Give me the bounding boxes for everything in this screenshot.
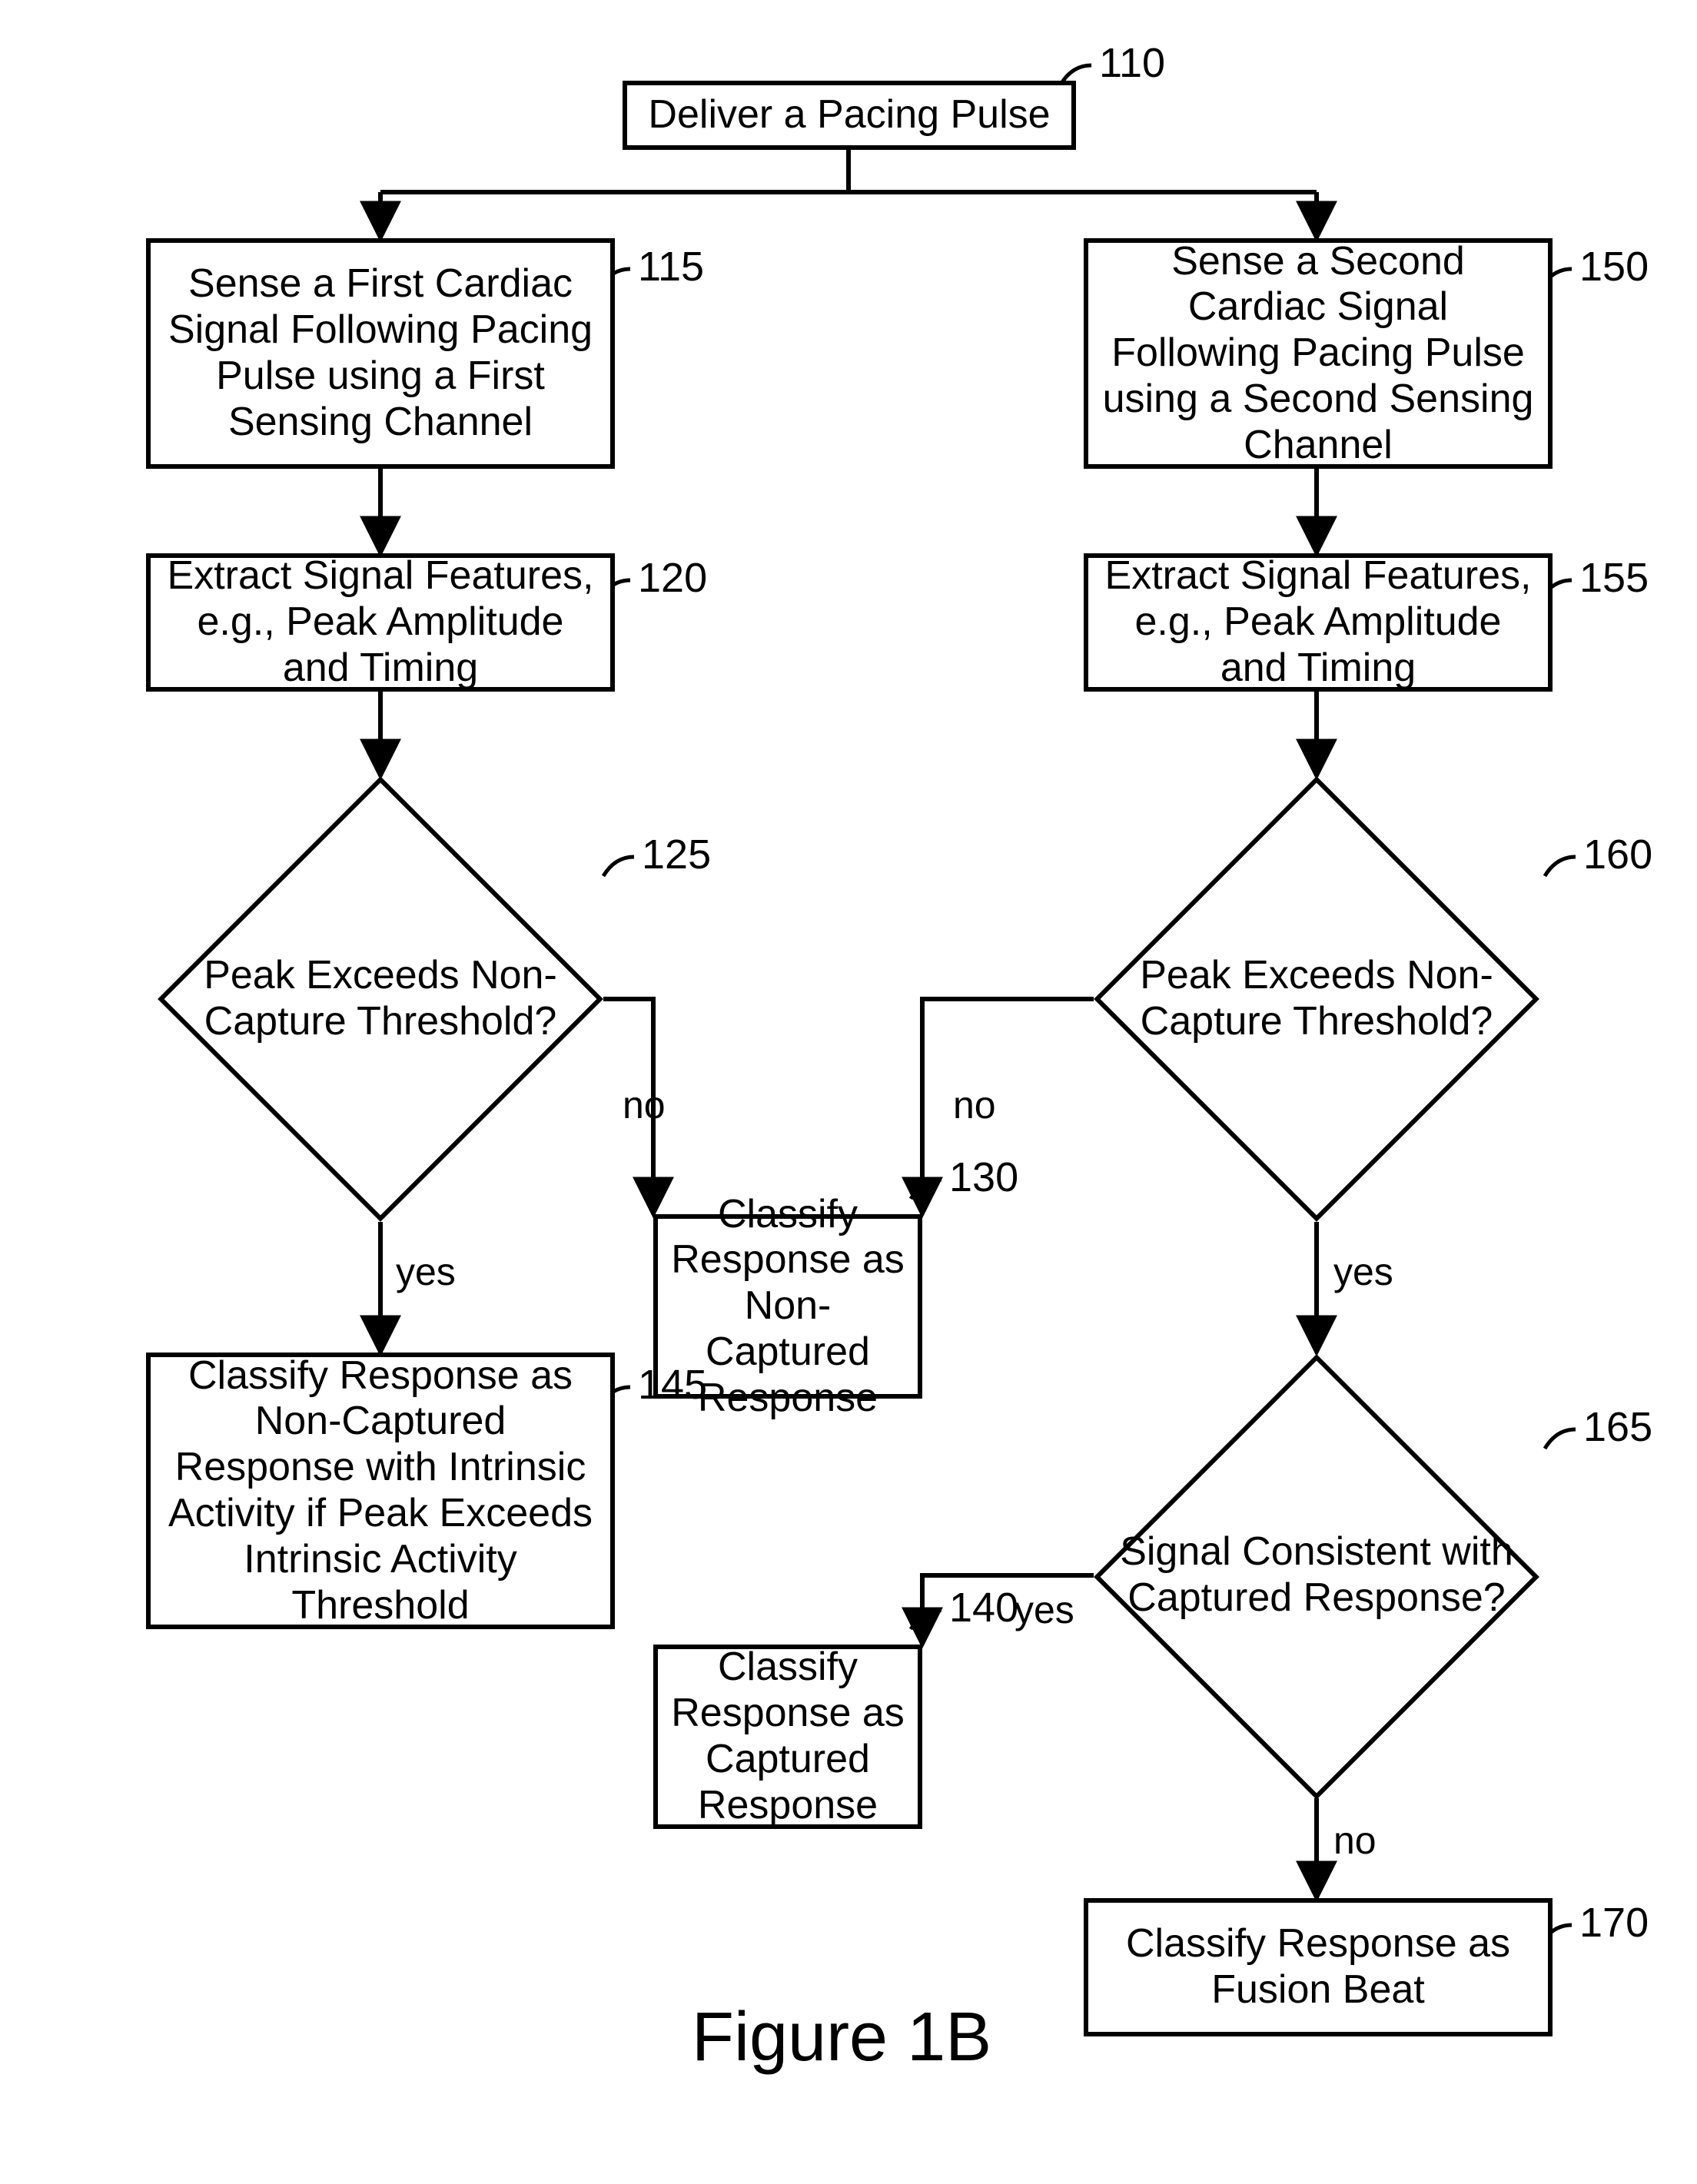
- process-sense-first-signal: Sense a First Cardiac Signal Following P…: [146, 238, 615, 469]
- node-id-130: 130: [949, 1157, 1018, 1198]
- node-id-110: 110: [1099, 42, 1165, 84]
- node-text: Classify Response as Fusion Beat: [1101, 1921, 1536, 2013]
- flowchart-stage: { "figure_title": "Figure 1B", "nodes": …: [0, 0, 1697, 2184]
- node-id-145: 145: [638, 1364, 707, 1406]
- edge-label-160-yes: yes: [1333, 1253, 1393, 1291]
- node-text: Deliver a Pacing Pulse: [648, 92, 1050, 138]
- process-extract-features-first: Extract Signal Features, e.g., Peak Ampl…: [146, 553, 615, 692]
- edge-label-125-no: no: [623, 1086, 666, 1124]
- process-deliver-pacing-pulse: Deliver a Pacing Pulse: [623, 81, 1076, 150]
- node-id-155: 155: [1579, 557, 1649, 599]
- node-id-140: 140: [949, 1587, 1018, 1628]
- edge-label-160-no: no: [953, 1086, 996, 1124]
- process-extract-features-second: Extract Signal Features, e.g., Peak Ampl…: [1084, 553, 1553, 692]
- node-text: Peak Exceeds Non-Capture Threshold?: [1094, 953, 1539, 1045]
- process-classify-non-captured-intrinsic: Classify Response as Non-Captured Respon…: [146, 1353, 615, 1629]
- node-id-125: 125: [642, 834, 711, 875]
- node-id-120: 120: [638, 557, 707, 599]
- node-text: Extract Signal Features, e.g., Peak Ampl…: [163, 553, 598, 691]
- edge-label-125-yes: yes: [396, 1253, 456, 1291]
- node-id-170: 170: [1579, 1902, 1649, 1943]
- node-text: Sense a Second Cardiac Signal Following …: [1101, 239, 1536, 469]
- node-id-115: 115: [638, 246, 704, 287]
- edge-label-165-no: no: [1333, 1821, 1377, 1860]
- node-text: Classify Response as Non-Captured Respon…: [163, 1353, 598, 1629]
- node-id-160: 160: [1583, 834, 1652, 875]
- figure-title: Figure 1B: [692, 1998, 991, 2077]
- node-id-165: 165: [1583, 1406, 1652, 1448]
- node-id-150: 150: [1579, 246, 1649, 287]
- node-text: Extract Signal Features, e.g., Peak Ampl…: [1101, 553, 1536, 691]
- process-sense-second-signal: Sense a Second Cardiac Signal Following …: [1084, 238, 1553, 469]
- process-classify-captured: Classify Response as Captured Response: [653, 1645, 922, 1829]
- node-text: Sense a First Cardiac Signal Following P…: [163, 261, 598, 445]
- edge-label-165-yes: yes: [1015, 1591, 1074, 1629]
- node-text: Peak Exceeds Non-Capture Threshold?: [158, 953, 603, 1045]
- node-text: Classify Response as Captured Response: [670, 1645, 905, 1828]
- process-classify-fusion-beat: Classify Response as Fusion Beat: [1084, 1898, 1553, 2036]
- node-text: Signal Consistent with Captured Response…: [1091, 1529, 1542, 1621]
